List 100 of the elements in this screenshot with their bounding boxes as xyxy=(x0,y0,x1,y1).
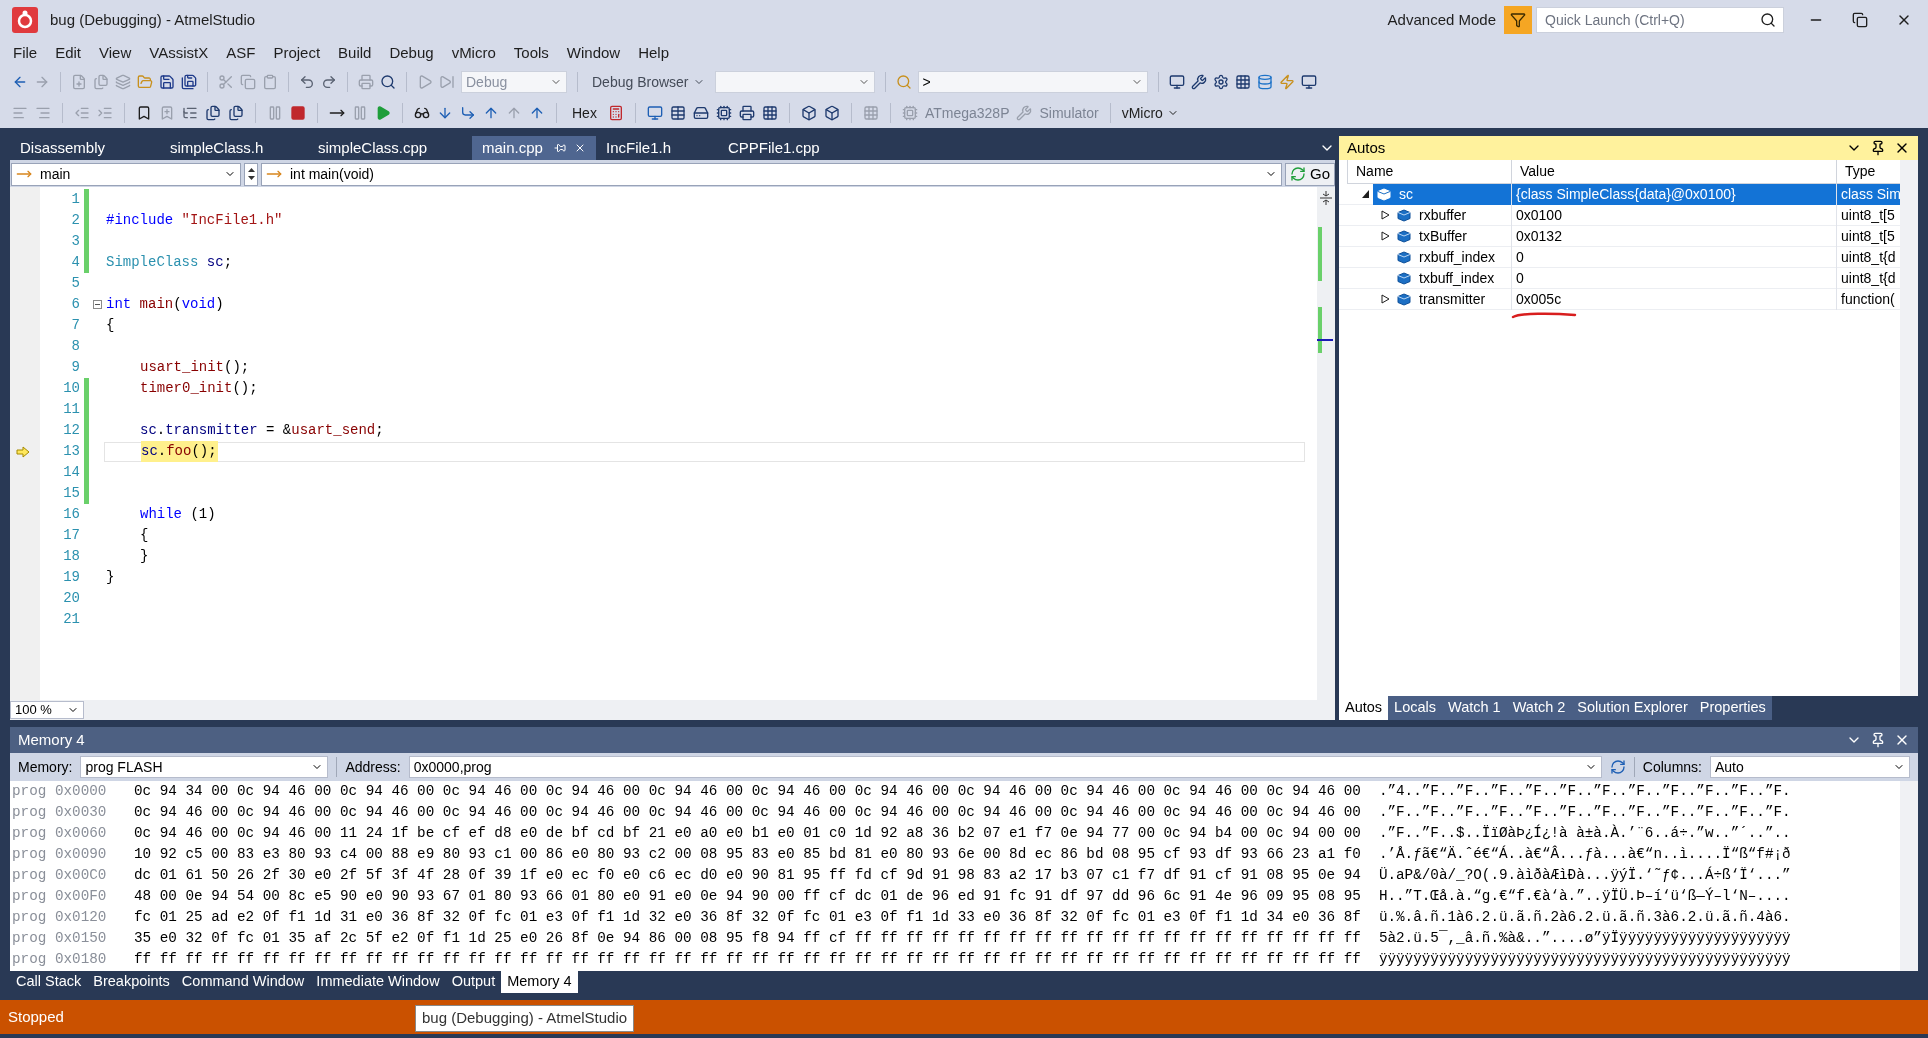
cpu-icon[interactable] xyxy=(715,105,732,121)
autos-row[interactable]: transmitter 0x005c function( xyxy=(1339,289,1900,310)
documents-alt-icon[interactable] xyxy=(228,105,244,121)
autos-row[interactable]: rxbuffer 0x0100 uint8_t[5 xyxy=(1339,205,1900,226)
panel-tab[interactable]: Immediate Window xyxy=(310,971,446,993)
quick-launch-field[interactable]: Quick Launch (Ctrl+Q) xyxy=(1536,7,1784,33)
editor-tab[interactable]: simpleClass.h xyxy=(160,136,308,160)
io-icon[interactable] xyxy=(738,105,755,121)
go-button[interactable]: Go xyxy=(1285,162,1335,186)
variable-type: function( xyxy=(1841,289,1895,309)
screen-icon[interactable] xyxy=(1300,74,1317,90)
column-header[interactable]: Value xyxy=(1511,160,1836,183)
menu-item[interactable]: Debug xyxy=(380,41,443,65)
step-out-icon[interactable] xyxy=(483,105,499,121)
filter-button[interactable] xyxy=(1504,6,1532,34)
panel-tab[interactable]: Breakpoints xyxy=(87,971,176,993)
collapse-icon[interactable] xyxy=(92,300,102,309)
zoom-dropdown[interactable]: 100 % xyxy=(10,701,84,719)
search-icon[interactable] xyxy=(380,74,396,90)
collapsed-triangle-icon[interactable] xyxy=(1380,294,1390,304)
panel-tab[interactable]: Watch 1 xyxy=(1442,696,1507,720)
spin-button[interactable] xyxy=(244,162,258,186)
menu-item[interactable]: View xyxy=(90,41,141,65)
step-top-icon[interactable] xyxy=(529,105,545,121)
menu-item[interactable]: Build xyxy=(329,41,381,65)
find-dropdown[interactable]: > xyxy=(917,71,1148,93)
redo-icon[interactable] xyxy=(321,74,337,90)
save-icon[interactable] xyxy=(159,74,175,90)
editor-tab[interactable]: IncFile1.h xyxy=(596,136,718,160)
glasses-icon[interactable] xyxy=(414,105,430,121)
menu-item[interactable]: vMicro xyxy=(442,41,505,65)
editor-tab[interactable]: Disassembly xyxy=(10,136,160,160)
function-dropdown[interactable]: int main(void) xyxy=(261,162,1282,186)
restore-icon[interactable] xyxy=(1852,12,1868,28)
database-icon[interactable] xyxy=(1256,74,1273,90)
memory-scrollbar[interactable] xyxy=(1900,781,1918,971)
monitor-icon[interactable] xyxy=(1168,74,1185,90)
pin-icon[interactable] xyxy=(1870,732,1886,748)
panel-tab[interactable]: Solution Explorer xyxy=(1571,696,1694,720)
autos-row[interactable]: txBuffer 0x0132 uint8_t[5 xyxy=(1339,226,1900,247)
panel-tab[interactable]: Call Stack xyxy=(10,971,88,993)
autos-row[interactable]: txbuff_index 0 uint8_t{d xyxy=(1339,268,1900,289)
column-header[interactable]: Name xyxy=(1347,160,1511,183)
grid-icon[interactable] xyxy=(1234,74,1251,90)
back-icon[interactable] xyxy=(12,74,28,90)
collapsed-triangle-icon[interactable] xyxy=(1380,231,1390,241)
hex-button[interactable]: Hex xyxy=(568,102,601,124)
wrench-icon[interactable] xyxy=(1190,74,1207,90)
code-line: } xyxy=(106,568,115,587)
window-icon[interactable] xyxy=(646,105,663,121)
settings-icon[interactable] xyxy=(1212,74,1229,90)
editor-tab[interactable]: CPPFile1.cpp xyxy=(718,136,868,160)
search-icon[interactable] xyxy=(1760,12,1776,28)
panel-tab[interactable]: Command Window xyxy=(175,971,311,993)
panel-tab[interactable]: Output xyxy=(445,971,502,993)
scope-dropdown[interactable]: main xyxy=(11,162,241,186)
menu-item[interactable]: ASF xyxy=(217,41,265,65)
panel-tab[interactable]: Memory 4 xyxy=(501,971,578,993)
menu-item[interactable]: Edit xyxy=(46,41,91,65)
step-into-icon[interactable] xyxy=(437,105,453,121)
panel-tab[interactable]: Watch 2 xyxy=(1506,696,1572,720)
registers-icon[interactable] xyxy=(761,105,778,121)
undo-icon[interactable] xyxy=(299,74,315,90)
variable-name: txBuffer xyxy=(1419,226,1467,246)
save-all-icon[interactable] xyxy=(181,74,197,90)
menu-item[interactable]: Tools xyxy=(504,41,558,65)
address-field[interactable]: 0x0000,prog xyxy=(408,756,1602,778)
autos-scrollbar[interactable] xyxy=(1900,160,1918,696)
memory-icon[interactable] xyxy=(692,105,709,121)
documents-icon[interactable] xyxy=(205,105,221,121)
pin-icon[interactable] xyxy=(1870,140,1886,156)
menu-item[interactable]: File xyxy=(4,41,47,65)
stop-icon[interactable] xyxy=(290,105,306,121)
package-alt-icon[interactable] xyxy=(823,105,840,121)
debug-browser-button[interactable]: Debug Browser xyxy=(588,71,709,93)
editor-scrollbar[interactable] xyxy=(1317,187,1335,700)
menu-item[interactable]: VAssistX xyxy=(140,41,218,65)
refresh-icon[interactable] xyxy=(1609,759,1626,775)
expanded-triangle-icon[interactable] xyxy=(1360,189,1370,199)
autos-row[interactable]: rxbuff_index 0 uint8_t{d xyxy=(1339,247,1900,268)
bookmark-icon[interactable] xyxy=(136,105,152,121)
menu-item[interactable]: Help xyxy=(629,41,679,65)
memory-dropdown[interactable]: prog FLASH xyxy=(80,756,329,778)
panel-tab[interactable]: Locals xyxy=(1388,696,1442,720)
menu-item[interactable]: Window xyxy=(557,41,630,65)
panel-tab[interactable]: Autos xyxy=(1339,696,1389,720)
calculator-icon[interactable] xyxy=(607,105,624,121)
line-number: 19 xyxy=(62,568,80,587)
table-icon[interactable] xyxy=(669,105,686,121)
list-icon[interactable] xyxy=(182,105,198,121)
continue-icon[interactable] xyxy=(375,105,391,121)
step-over-icon[interactable] xyxy=(460,105,476,121)
panel-tab[interactable]: Properties xyxy=(1693,696,1772,720)
editor-tab[interactable]: simpleClass.cpp xyxy=(308,136,472,160)
menu-item[interactable]: Project xyxy=(264,41,330,65)
columns-dropdown[interactable]: Auto xyxy=(1710,756,1910,778)
collapsed-triangle-icon[interactable] xyxy=(1380,210,1390,220)
package-icon[interactable] xyxy=(800,105,817,121)
vmicro-button[interactable]: vMicro xyxy=(1121,102,1179,124)
split-icon[interactable] xyxy=(1320,191,1332,205)
